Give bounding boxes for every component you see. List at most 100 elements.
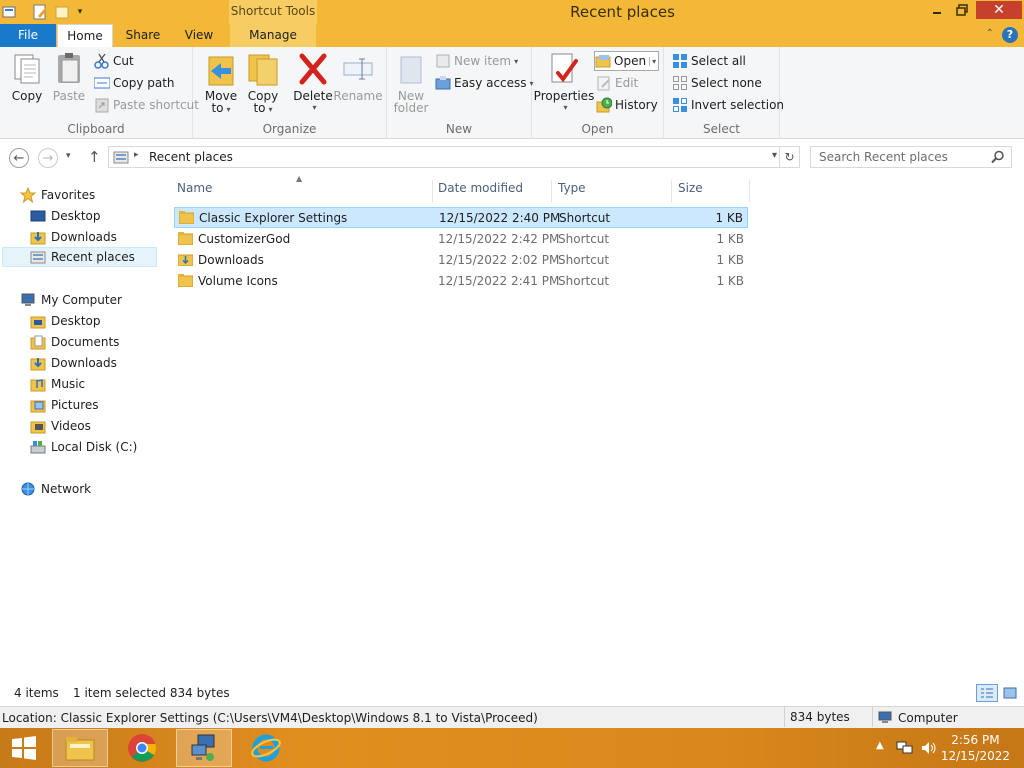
delete-button[interactable]: Delete ▾ [293, 51, 333, 113]
history-label: History [615, 98, 658, 112]
nav-my-computer[interactable]: My Computer [20, 290, 122, 310]
nav-pc-local-disk[interactable]: Local Disk (C:) [30, 437, 137, 457]
nav-pc-downloads[interactable]: Downloads [30, 353, 117, 373]
desktop-folder-icon [30, 313, 46, 329]
status-bar: 4 items 1 item selected 834 bytes [0, 680, 1024, 706]
volume-tray-icon[interactable] [920, 740, 938, 759]
taskbar-internet-explorer[interactable] [238, 729, 294, 767]
downloads-folder-icon [30, 355, 46, 371]
minimize-button[interactable] [926, 1, 948, 19]
nav-network[interactable]: Network [20, 479, 91, 499]
properties-quick-icon[interactable] [32, 3, 48, 21]
cut-button[interactable]: Cut [94, 51, 134, 71]
computer-zone: Computer [872, 707, 958, 727]
address-bar[interactable]: ▸ Recent places ▾ ↻ [108, 146, 800, 168]
forward-button[interactable]: → [38, 148, 58, 168]
select-none-button[interactable]: Select none [672, 73, 762, 93]
show-hidden-icons-icon[interactable]: ▲ [876, 740, 884, 751]
recent-places-nav-icon [30, 249, 46, 265]
edit-icon [596, 75, 612, 91]
recent-locations-chevron-icon[interactable]: ▾ [66, 151, 71, 161]
taskbar-network-app[interactable] [176, 729, 232, 767]
edit-button[interactable]: Edit [596, 73, 638, 93]
select-all-button[interactable]: Select all [672, 51, 746, 71]
tab-file[interactable]: File [0, 24, 56, 47]
taskbar-file-explorer[interactable] [52, 729, 108, 767]
nav-favorites[interactable]: Favorites [19, 185, 95, 205]
history-button[interactable]: History [596, 95, 658, 115]
file-name: CustomizerGod [198, 232, 291, 246]
nav-fav-desktop[interactable]: Desktop [30, 206, 101, 226]
network-tray-icon[interactable] [896, 740, 914, 759]
tab-share[interactable]: Share [116, 24, 170, 47]
tab-home[interactable]: Home [57, 24, 113, 47]
nav-pc-pictures[interactable]: Pictures [30, 395, 99, 415]
file-date: 12/15/2022 2:02 PM [438, 253, 560, 267]
copy-path-button[interactable]: Copy path [93, 73, 175, 93]
search-box[interactable]: Search Recent places [810, 146, 1012, 168]
copy-to-button[interactable]: Copy to ▾ [245, 51, 281, 115]
refresh-icon[interactable]: ↻ [779, 147, 799, 167]
start-button[interactable] [0, 729, 48, 767]
file-row[interactable]: Classic Explorer Settings 12/15/2022 2:4… [174, 207, 748, 228]
paste-button[interactable]: Paste [50, 51, 88, 103]
close-button[interactable]: ✕ [976, 1, 1022, 19]
nav-pc-documents[interactable]: Documents [30, 332, 119, 352]
nav-fav-downloads[interactable]: Downloads [30, 227, 117, 247]
nav-pc-desktop[interactable]: Desktop [30, 311, 101, 331]
copy-button[interactable]: Copy [8, 51, 46, 103]
rename-icon [342, 51, 374, 87]
back-button[interactable]: ← [9, 148, 29, 168]
up-arrow-icon[interactable]: ↑ [88, 148, 101, 166]
restore-icon [956, 4, 968, 16]
select-group: Select all Select none Invert selection … [664, 47, 784, 139]
details-bar: Location: Classic Explorer Settings (C:\… [0, 706, 1024, 728]
file-name: Volume Icons [198, 274, 278, 288]
tab-view[interactable]: View [172, 24, 226, 47]
open-dropdown-icon[interactable]: ▾ [649, 56, 656, 66]
cut-label: Cut [113, 54, 134, 68]
details-view-button[interactable] [976, 684, 998, 702]
column-header-size[interactable]: Size [672, 180, 750, 202]
scissors-icon [94, 53, 110, 69]
file-row[interactable]: Downloads 12/15/2022 2:02 PM Shortcut 1 … [174, 250, 748, 271]
properties-label: Properties [533, 89, 595, 103]
column-header-type[interactable]: Type [552, 180, 672, 202]
file-name: Classic Explorer Settings [199, 211, 348, 225]
breadcrumb-recent-places[interactable]: Recent places [149, 150, 233, 164]
collapse-ribbon-icon[interactable]: ⌃ [986, 28, 994, 39]
rename-button[interactable]: Rename [333, 51, 383, 103]
file-row[interactable]: CustomizerGod 12/15/2022 2:42 PM Shortcu… [174, 229, 748, 250]
properties-button[interactable]: Properties ▾ [533, 51, 595, 113]
delete-label-wrap: Delete [293, 89, 332, 103]
column-header-name[interactable]: Name [171, 180, 433, 202]
help-icon[interactable]: ? [1002, 27, 1018, 43]
move-to-button[interactable]: Move to ▾ [203, 51, 239, 115]
new-group: New folder New item ▾ Easy access ▾ New [387, 47, 534, 139]
nav-fav-recent-places[interactable]: Recent places [2, 247, 157, 267]
paste-shortcut-icon [94, 97, 110, 113]
nav-pc-music[interactable]: Music [30, 374, 85, 394]
breadcrumb-separator-icon[interactable]: ▸ [134, 150, 139, 160]
system-menu-icon[interactable] [2, 3, 16, 21]
paste-shortcut-button[interactable]: Paste shortcut [94, 95, 199, 115]
system-clock[interactable]: 2:56 PM 12/15/2022 [941, 732, 1010, 764]
column-header-date[interactable]: Date modified [432, 180, 552, 202]
new-item-button[interactable]: New item ▾ [435, 51, 518, 71]
file-row[interactable]: Volume Icons 12/15/2022 2:41 PM Shortcut… [174, 271, 748, 292]
select-all-label: Select all [691, 54, 746, 68]
invert-selection-button[interactable]: Invert selection [672, 95, 784, 115]
taskbar-chrome[interactable] [114, 729, 170, 767]
maximize-button[interactable] [950, 1, 974, 19]
file-type: Shortcut [558, 274, 610, 288]
address-dropdown-icon[interactable]: ▾ [772, 150, 777, 161]
large-icons-view-button[interactable] [1000, 684, 1020, 702]
new-folder-quick-icon[interactable] [54, 3, 70, 21]
new-folder-button[interactable]: New folder [393, 51, 429, 114]
customize-quick-access-chevron-icon[interactable]: ▾ [74, 3, 86, 21]
nav-pc-videos[interactable]: Videos [30, 416, 91, 436]
search-icon[interactable] [991, 150, 1005, 167]
tab-manage[interactable]: Manage [230, 24, 316, 47]
open-button[interactable]: Open ▾ [594, 51, 660, 71]
easy-access-button[interactable]: Easy access ▾ [435, 73, 534, 93]
